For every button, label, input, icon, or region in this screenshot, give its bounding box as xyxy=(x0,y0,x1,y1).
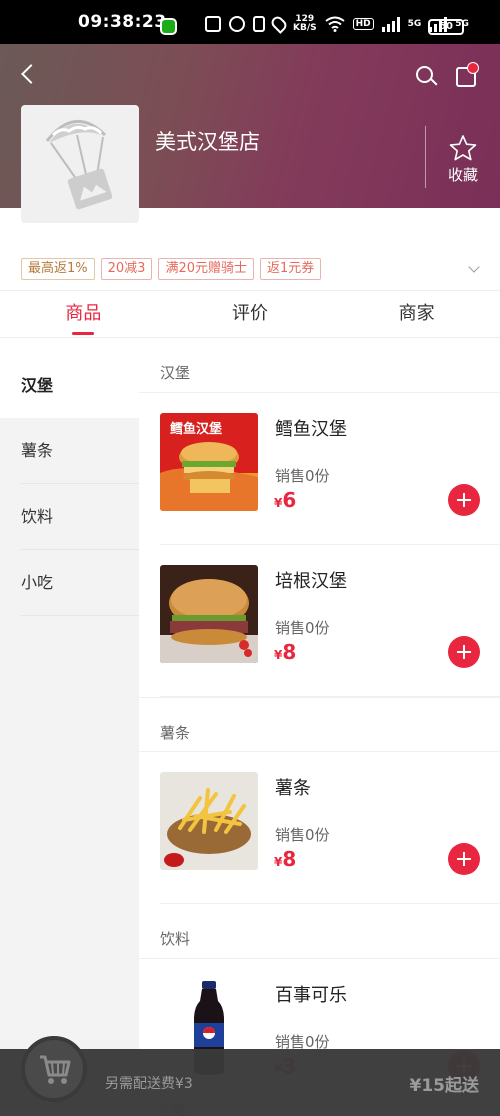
signal-icon-1 xyxy=(381,16,400,32)
wechat-icon xyxy=(160,18,177,35)
section-title: 薯条 xyxy=(139,697,500,752)
share-button[interactable] xyxy=(453,62,481,90)
promo-tag: 最高返1% xyxy=(21,258,95,280)
network-type-1: 5G xyxy=(407,18,422,29)
parachute-image-icon xyxy=(45,119,113,210)
tab-products[interactable]: 商品 xyxy=(0,291,167,337)
store-header: 美式汉堡店 收藏 xyxy=(0,44,500,223)
location-icon xyxy=(269,14,289,34)
back-button[interactable] xyxy=(14,62,42,90)
category-sidebar: 汉堡 薯条 饮料 小吃 xyxy=(0,338,139,1116)
food-image-caption: 鳕鱼汉堡 xyxy=(170,421,222,437)
status-bar: 09:38:23 129 KB/S HD 5G 5G 60 xyxy=(0,0,500,44)
list-item[interactable]: 薯条 销售0份 ¥8 xyxy=(160,752,500,904)
expand-promos-button[interactable] xyxy=(468,261,480,275)
section-title: 饮料 xyxy=(139,904,500,959)
promo-tag: 20减3 xyxy=(100,258,153,280)
star-icon xyxy=(449,135,477,161)
share-badge xyxy=(467,62,479,74)
food-image xyxy=(160,565,258,663)
product-list[interactable]: 汉堡 鳕鱼汉堡 鳕鱼汉堡 销售0份 ¥6 培根汉堡 销售0份 ¥8 薯条 薯条 … xyxy=(139,338,500,1116)
food-name: 培根汉堡 xyxy=(275,571,347,592)
category-item-drinks[interactable]: 饮料 xyxy=(0,484,139,550)
food-name: 百事可乐 xyxy=(275,985,347,1006)
food-price: ¥8 xyxy=(274,640,296,664)
store-tabs: 商品 评价 商家 xyxy=(0,290,500,338)
battery-icon: 60 xyxy=(428,19,464,35)
favorite-label: 收藏 xyxy=(447,166,478,184)
price-value: 6 xyxy=(282,488,297,512)
chevron-down-icon xyxy=(468,261,480,273)
cart-icon xyxy=(40,1055,71,1084)
add-to-cart-button[interactable] xyxy=(448,484,480,516)
store-name: 美式汉堡店 xyxy=(155,130,260,154)
food-image: 鳕鱼汉堡 xyxy=(160,413,258,511)
promo-tag: 返1元券 xyxy=(260,258,322,280)
list-item[interactable]: 培根汉堡 销售0份 ¥8 xyxy=(160,545,500,697)
favorite-divider xyxy=(425,126,426,188)
cart-button[interactable] xyxy=(21,1036,87,1102)
page: 09:38:23 129 KB/S HD 5G 5G 60 美式汉堡店 收藏 最… xyxy=(0,0,500,1116)
add-to-cart-button[interactable] xyxy=(448,636,480,668)
food-sales: 销售0份 xyxy=(275,826,330,844)
promo-tag: 满20元赠骑士 xyxy=(158,258,254,280)
cart-bar: 另需配送费¥3 ¥15起送 xyxy=(0,1036,500,1116)
network-speed-unit: KB/S xyxy=(293,23,317,33)
promo-tags: 最高返1% 20减3 满20元赠骑士 返1元券 xyxy=(21,258,322,280)
food-image xyxy=(160,772,258,870)
category-item-hamburger[interactable]: 汉堡 xyxy=(0,338,139,418)
food-price: ¥8 xyxy=(274,847,296,871)
alarm-icon xyxy=(229,16,245,32)
store-logo-placeholder xyxy=(21,105,139,223)
price-value: 8 xyxy=(282,847,297,871)
min-order-label: ¥15起送 xyxy=(409,1076,480,1096)
list-item[interactable]: 鳕鱼汉堡 鳕鱼汉堡 销售0份 ¥6 xyxy=(160,393,500,545)
price-value: 8 xyxy=(282,640,297,664)
search-button[interactable] xyxy=(412,62,440,90)
network-speed: 129 KB/S xyxy=(293,15,317,33)
favorite-button[interactable]: 收藏 xyxy=(438,134,488,190)
nfc-icon xyxy=(205,16,221,32)
category-item-snacks[interactable]: 小吃 xyxy=(0,550,139,616)
category-item-fries[interactable]: 薯条 xyxy=(0,418,139,484)
wifi-icon xyxy=(324,16,345,32)
hd-icon: HD xyxy=(352,18,374,30)
food-name: 鳕鱼汉堡 xyxy=(275,419,347,440)
tab-reviews[interactable]: 评价 xyxy=(167,291,334,337)
food-name: 薯条 xyxy=(275,778,311,799)
delivery-fee: 另需配送费¥3 xyxy=(105,1076,193,1092)
tab-merchant[interactable]: 商家 xyxy=(333,291,500,337)
add-to-cart-button[interactable] xyxy=(448,843,480,875)
vibrate-icon xyxy=(253,16,265,32)
food-sales: 销售0份 xyxy=(275,619,330,637)
section-title: 汉堡 xyxy=(139,338,500,393)
status-time: 09:38:23 xyxy=(78,12,167,32)
food-price: ¥6 xyxy=(274,488,296,512)
food-sales: 销售0份 xyxy=(275,467,330,485)
back-icon xyxy=(21,64,41,84)
